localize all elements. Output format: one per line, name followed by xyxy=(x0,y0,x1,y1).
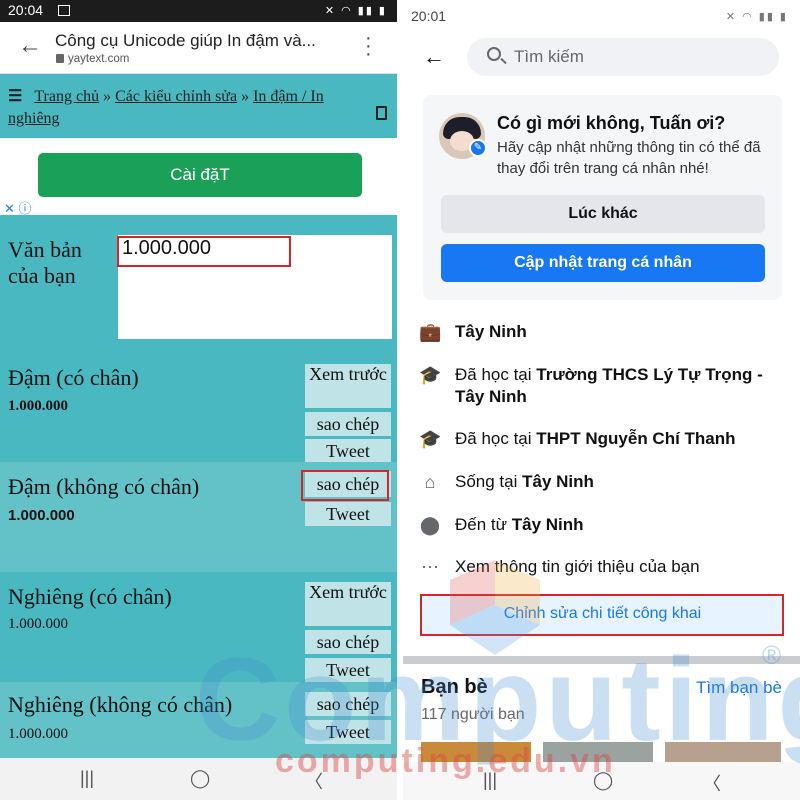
more-dots-icon: ⋯ xyxy=(421,557,439,577)
install-button[interactable]: Cài đặT xyxy=(38,153,362,197)
image-icon xyxy=(58,5,70,16)
status-time: 20:01 xyxy=(411,8,447,24)
tweet-button[interactable]: Tweet xyxy=(305,502,391,526)
input-label: Văn bản xyxy=(8,237,82,262)
page-domain[interactable]: yaytext.com xyxy=(68,53,129,65)
page-title: Công cụ Unicode giúp In đậm và... xyxy=(55,31,316,50)
later-button[interactable]: Lúc khác xyxy=(441,195,765,233)
preview-button[interactable]: Xem trước xyxy=(305,582,391,626)
style-label: Đậm (có chân) xyxy=(8,365,139,390)
tweet-button[interactable]: Tweet xyxy=(305,439,391,463)
breadcrumb-current-cont[interactable]: nghiêng xyxy=(8,110,60,127)
menu-icon[interactable]: ☰ xyxy=(8,88,22,105)
style-output: 1.000.000 xyxy=(8,726,68,742)
more-options-icon[interactable]: · · · xyxy=(365,28,372,64)
watermark-url: computing.edu.vn xyxy=(275,742,616,780)
status-bar: 20:04 ✕ ◠ ▮▮ ▮ xyxy=(0,0,397,22)
status-bar: 20:01 ✕ ◠ ▮▮ ▮ xyxy=(403,0,800,32)
card-subtitle: Hãy cập nhật những thông tin có thể đã t… xyxy=(497,139,761,177)
preview-button[interactable]: Xem trước xyxy=(305,364,391,408)
clipboard-icon[interactable] xyxy=(376,106,387,120)
browser-url-bar: ← Công cụ Unicode giúp In đậm và... yayt… xyxy=(0,22,397,74)
search-input[interactable]: Tìm kiếm xyxy=(467,38,779,76)
card-title: Có gì mới không, Tuấn ơi? xyxy=(497,113,726,133)
breadcrumb-current[interactable]: In đậm / In xyxy=(253,88,324,105)
home-icon: ⌂ xyxy=(424,472,436,492)
input-label-cont: của bạn xyxy=(8,263,76,288)
highlight-box xyxy=(301,470,389,501)
style-label: Đậm (không có chân) xyxy=(8,474,200,499)
graduation-cap-icon: 🎓 xyxy=(419,429,442,449)
breadcrumb-home[interactable]: Trang chủ xyxy=(34,88,99,105)
lock-icon xyxy=(56,54,64,63)
style-section-bold-sans: Đậm (không có chân) 1.000.000 sao chép T… xyxy=(0,462,397,572)
system-icons: ✕ ◠ ▮▮ ▮ xyxy=(324,5,387,17)
ad-banner: Cài đặT xyxy=(0,138,397,212)
input-section: Văn bản của bạn 1.000.000 xyxy=(0,215,397,355)
briefcase-icon: 💼 xyxy=(419,322,442,342)
registered-mark: ® xyxy=(762,640,782,670)
breadcrumb-styles[interactable]: Các kiểu chỉnh sửa xyxy=(115,88,237,105)
search-icon xyxy=(487,47,501,61)
breadcrumb-separator: » xyxy=(103,88,112,105)
system-icons: ✕ ◠ ▮▮ ▮ xyxy=(725,11,788,23)
location-pin-icon: ⬤ xyxy=(419,515,441,535)
breadcrumb: ☰ Trang chủ » Các kiểu chỉnh sửa » In đậm… xyxy=(0,74,397,138)
status-time: 20:04 xyxy=(8,2,44,18)
back-arrow-icon[interactable]: ← xyxy=(423,44,445,70)
back-arrow-icon[interactable]: ← xyxy=(18,32,42,60)
update-profile-button[interactable]: Cập nhật trang cá nhân xyxy=(441,244,765,282)
style-output: 1.000.000 xyxy=(8,398,68,414)
style-output: 1.000.000 xyxy=(8,507,75,524)
search-placeholder: Tìm kiếm xyxy=(514,47,584,66)
recent-apps-icon[interactable]: ||| xyxy=(80,768,94,789)
home-icon[interactable]: ◯ xyxy=(190,768,210,789)
style-label: Nghiêng (có chân) xyxy=(8,584,172,609)
style-section-bold-serif: Đậm (có chân) 1.000.000 Xem trước sao ch… xyxy=(0,355,397,463)
highlight-box xyxy=(117,236,291,267)
back-icon[interactable]: 〈 xyxy=(703,770,721,796)
profile-update-card: ✎ Có gì mới không, Tuấn ơi? Hãy cập nhật… xyxy=(423,95,782,300)
graduation-cap-icon: 🎓 xyxy=(419,365,442,385)
pencil-icon[interactable]: ✎ xyxy=(469,139,487,157)
breadcrumb-separator: » xyxy=(241,88,250,105)
style-output: 1.000.000 xyxy=(8,616,68,632)
copy-button[interactable]: sao chép xyxy=(305,412,391,436)
